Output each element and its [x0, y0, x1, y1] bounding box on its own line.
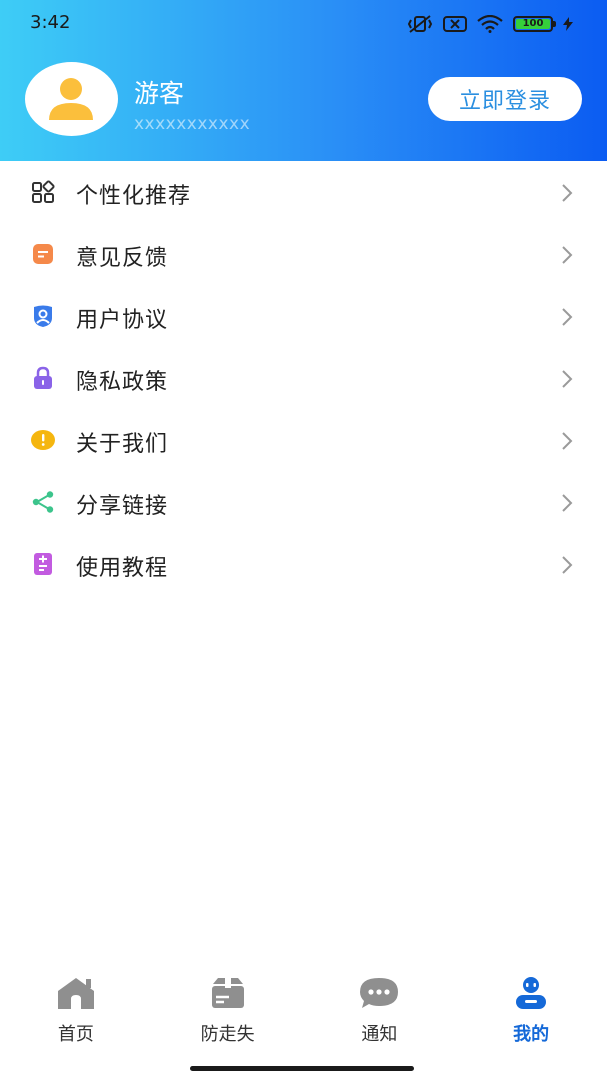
user-shield-icon — [31, 304, 55, 328]
chevron-right-icon — [562, 184, 573, 202]
avatar[interactable] — [25, 62, 118, 136]
menu-item-user-agreement[interactable]: 用户协议 — [0, 285, 607, 347]
user-avatar-icon — [49, 78, 93, 120]
status-icons: 100 — [407, 14, 573, 34]
tab-home[interactable]: 首页 — [0, 960, 152, 1060]
menu-item-label: 使用教程 — [76, 556, 169, 581]
menu-item-label: 关于我们 — [76, 432, 169, 457]
battery-level: 100 — [516, 19, 550, 29]
menu-item-label: 分享链接 — [76, 494, 169, 519]
status-bar: 3:42 100 — [0, 0, 607, 48]
chevron-right-icon — [562, 432, 573, 450]
lock-icon — [31, 366, 55, 390]
vibrate-mute-icon — [407, 14, 433, 34]
menu-item-label: 意见反馈 — [76, 246, 169, 271]
tab-label: 首页 — [57, 1024, 94, 1045]
menu-item-about-us[interactable]: 关于我们 — [0, 409, 607, 471]
chevron-right-icon — [562, 308, 573, 326]
tab-notifications[interactable]: 通知 — [304, 960, 456, 1060]
chevron-right-icon — [562, 246, 573, 264]
chat-icon — [358, 976, 400, 1014]
menu-item-share-link[interactable]: 分享链接 — [0, 471, 607, 533]
tab-anti-lost[interactable]: 防走失 — [152, 960, 304, 1060]
user-id: xxxxxxxxxxx — [134, 114, 251, 134]
tab-label: 防走失 — [200, 1024, 255, 1045]
menu-item-privacy-policy[interactable]: 隐私政策 — [0, 347, 607, 409]
menu-item-label: 个性化推荐 — [76, 184, 192, 209]
share-icon — [31, 490, 55, 514]
feedback-icon — [31, 242, 55, 266]
menu-item-tutorial[interactable]: 使用教程 — [0, 533, 607, 595]
login-button[interactable]: 立即登录 — [428, 77, 582, 121]
tab-label: 我的 — [513, 1024, 550, 1045]
tab-mine[interactable]: 我的 — [455, 960, 607, 1060]
home-indicator — [190, 1066, 414, 1071]
chevron-right-icon — [562, 370, 573, 388]
tab-label: 通知 — [361, 1024, 398, 1045]
battery-icon: 100 — [513, 16, 556, 32]
menu-item-label: 用户协议 — [76, 308, 169, 333]
profile-header: 3:42 100 游客 xxxxxxxxxxx 立即登录 — [0, 0, 607, 161]
bottom-tab-bar: 首页 防走失 通知 我的 — [0, 960, 607, 1060]
chevron-right-icon — [562, 556, 573, 574]
sim-off-icon — [443, 15, 467, 33]
chevron-right-icon — [562, 494, 573, 512]
username: 游客 — [134, 79, 185, 108]
profile-icon — [514, 976, 548, 1014]
settings-menu: 个性化推荐 意见反馈 用户协议 隐私政策 关于我们 分享链接 使用教程 — [0, 161, 607, 595]
wifi-icon — [477, 15, 503, 33]
menu-item-feedback[interactable]: 意见反馈 — [0, 223, 607, 285]
menu-item-label: 隐私政策 — [76, 370, 169, 395]
charging-icon — [563, 17, 573, 31]
id-card-icon — [210, 976, 246, 1014]
tutorial-icon — [31, 552, 55, 576]
home-icon — [56, 976, 96, 1014]
info-icon — [31, 428, 55, 452]
status-time: 3:42 — [30, 12, 71, 33]
menu-item-recommendation[interactable]: 个性化推荐 — [0, 161, 607, 223]
grid-icon — [31, 180, 55, 204]
